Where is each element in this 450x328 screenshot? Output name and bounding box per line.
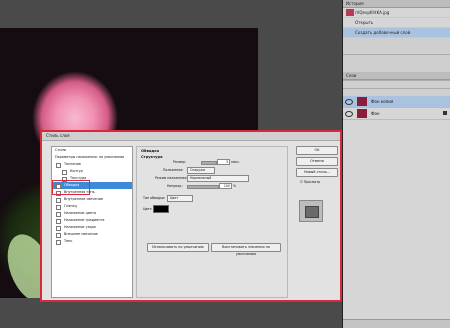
checkbox[interactable] [62, 169, 67, 175]
layer-thumb [357, 109, 367, 118]
stroke-color-swatch[interactable] [153, 205, 169, 213]
color-label: Цвет: [143, 207, 153, 211]
style-item[interactable]: Наложение цвета [52, 210, 132, 217]
size-label: Размер: [173, 160, 187, 164]
size-unit: пикс. [231, 160, 240, 164]
history-item-selected[interactable]: Создать добавочный слой [343, 28, 450, 38]
lock-icon [443, 111, 447, 115]
position-select[interactable]: Снаружи [187, 167, 215, 174]
history-item[interactable]: rVQevpKhtKA.jpg [343, 8, 450, 18]
layers-options-row [343, 80, 450, 88]
style-item[interactable]: Наложение градиента [52, 217, 132, 224]
opacity-label: Непрозр.: [167, 184, 184, 188]
checkbox[interactable] [56, 225, 61, 231]
checkbox[interactable] [56, 232, 61, 238]
highlight-frame [52, 180, 90, 195]
eye-icon[interactable] [345, 99, 353, 105]
style-item[interactable]: Глянец [52, 203, 132, 210]
opacity-unit: % [233, 184, 237, 188]
history-empty-area [343, 38, 450, 54]
style-item[interactable]: Контур [52, 168, 132, 175]
style-item[interactable]: Тень [52, 238, 132, 245]
style-item[interactable]: Внешнее свечение [52, 231, 132, 238]
layer-thumb [357, 97, 367, 106]
opacity-input[interactable]: 100 [219, 183, 232, 189]
styles-header[interactable]: Стили [52, 147, 132, 154]
fill-type-select[interactable]: Цвет [167, 195, 193, 202]
preview-checkbox[interactable]: ☑ Просмотр [300, 180, 320, 184]
new-style-button[interactable]: Новый стиль... [296, 168, 338, 177]
layer-style-dialog: Стиль слоя Стили Параметры наложения: по… [40, 130, 342, 302]
history-toolbar [343, 54, 450, 62]
blend-mode-label: Режим наложения: [155, 176, 188, 180]
history-panel-title[interactable]: История [343, 0, 450, 8]
style-item[interactable]: Внутреннее свечение [52, 196, 132, 203]
checkbox[interactable] [56, 239, 61, 245]
layer-row-background[interactable]: Фон [343, 108, 450, 120]
size-input[interactable]: 3 [217, 159, 230, 165]
layer-row-copy[interactable]: Фон копия [343, 96, 450, 108]
style-item[interactable]: Наложение узора [52, 224, 132, 231]
eye-icon[interactable] [345, 111, 353, 117]
checkbox[interactable] [56, 197, 61, 203]
blend-mode-select[interactable]: Нормальный [187, 175, 249, 182]
stroke-settings: Обводка Структура Размер: 3 пикс. Положе… [136, 146, 288, 298]
checkbox[interactable] [56, 211, 61, 217]
history-item[interactable]: Открыть [343, 18, 450, 28]
dialog-title: Стиль слоя [42, 132, 340, 141]
reset-default-button[interactable]: Восстановить значения по умолчанию [211, 243, 281, 256]
position-label: Положение: [163, 168, 184, 172]
layers-lock-row [343, 88, 450, 96]
checkbox[interactable] [56, 204, 61, 210]
style-preview-thumb [299, 200, 323, 222]
styles-list: Стили Параметры наложения: по умолчанию … [51, 146, 133, 298]
checkbox[interactable] [56, 218, 61, 224]
opacity-slider[interactable] [187, 185, 219, 189]
layers-panel-title[interactable]: Слои [343, 72, 450, 80]
blend-options-header[interactable]: Параметры наложения: по умолчанию [52, 154, 132, 161]
checkbox[interactable] [56, 162, 61, 168]
style-item[interactable]: Тиснение [52, 161, 132, 168]
layers-bottom-bar [343, 319, 450, 328]
ok-button[interactable]: OK [296, 146, 338, 155]
right-panels: История rVQevpKhtKA.jpg Открыть Создать … [342, 0, 450, 328]
cancel-button[interactable]: Отмена [296, 157, 338, 166]
size-slider[interactable] [201, 161, 217, 165]
history-thumb [346, 9, 354, 16]
fill-type-label: Тип обводки: [143, 196, 166, 200]
section-title: Обводка [141, 149, 160, 153]
make-default-button[interactable]: Использовать по умолчанию [147, 243, 209, 252]
